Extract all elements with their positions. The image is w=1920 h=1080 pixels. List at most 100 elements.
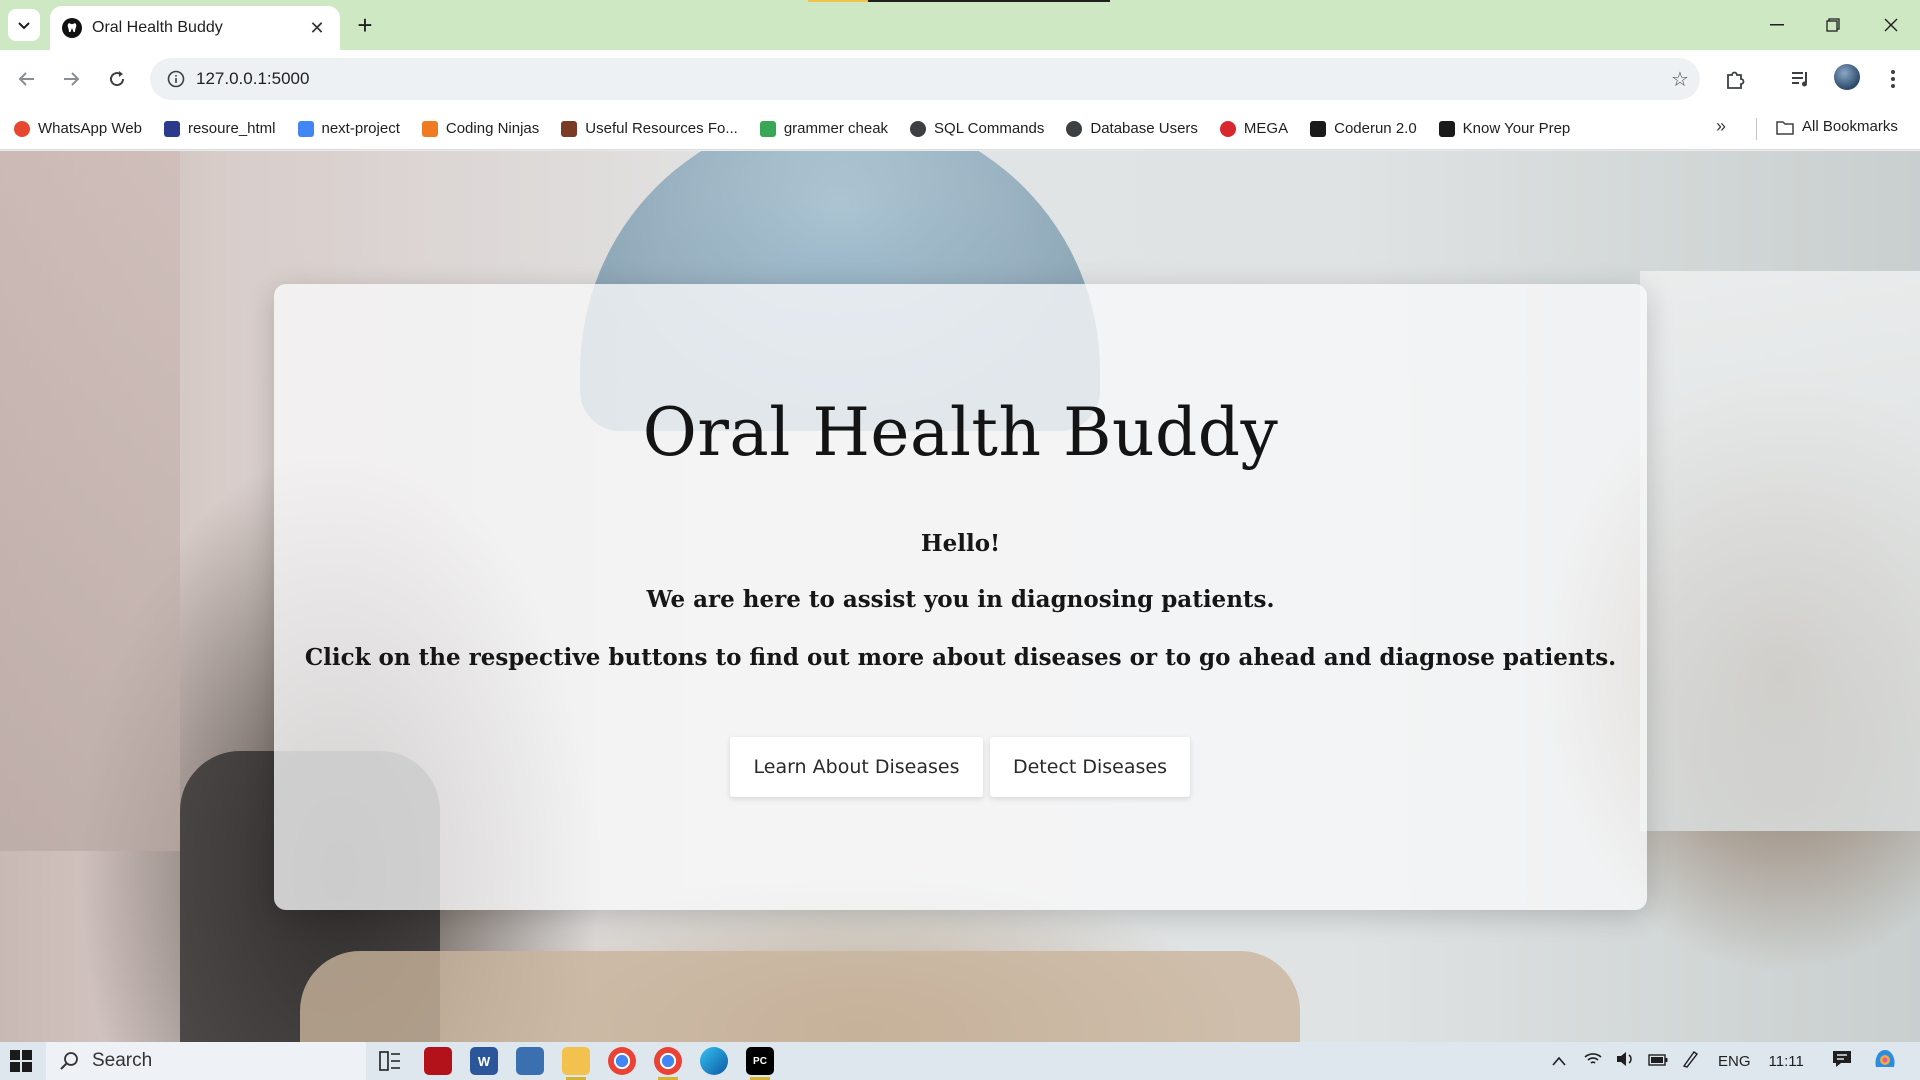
all-bookmarks-button[interactable]: All Bookmarks — [1776, 118, 1898, 135]
word-icon[interactable]: W — [470, 1047, 498, 1075]
bookmark-item[interactable]: Know Your Prep — [1438, 120, 1571, 137]
back-button[interactable] — [10, 62, 44, 96]
search-icon — [60, 1052, 78, 1070]
taskbar: Search W PC ENG 11:11 — [0, 1042, 1920, 1080]
taskbar-search-label: Search — [92, 1050, 153, 1071]
learn-about-diseases-button[interactable]: Learn About Diseases — [730, 737, 983, 797]
bookmark-label: Know Your Prep — [1462, 120, 1571, 137]
tab-loading-indicator — [808, 0, 868, 2]
windows-start-icon[interactable] — [10, 1050, 32, 1072]
puzzle-icon — [1727, 71, 1745, 89]
bookmark-item[interactable]: MEGA — [1219, 120, 1289, 137]
bookmark-label: next-project — [321, 120, 400, 137]
extensions-button[interactable] — [1718, 62, 1752, 96]
chrome-icon[interactable] — [608, 1047, 636, 1075]
close-tab-icon[interactable]: ✕ — [306, 17, 328, 39]
background-photo-cabinet — [1640, 271, 1920, 831]
bookmark-item[interactable]: Coderun 2.0 — [1310, 120, 1417, 137]
bookmark-item[interactable]: grammer cheak — [759, 120, 888, 137]
globe-icon — [1066, 120, 1083, 137]
arrow-right-icon — [64, 72, 80, 86]
restore-icon — [1826, 18, 1840, 32]
reload-icon — [110, 71, 125, 87]
forward-button[interactable] — [54, 62, 88, 96]
bookmark-item[interactable]: Useful Resources Fo... — [561, 120, 738, 137]
volume-icon[interactable] — [1616, 1051, 1634, 1071]
more-bookmarks-icon[interactable]: » — [1716, 116, 1726, 137]
minimize-icon — [1770, 24, 1784, 26]
clock-time[interactable]: 11:11 — [1769, 1053, 1804, 1070]
greeting-text: Hello! — [920, 530, 1001, 557]
folder-icon — [1776, 120, 1794, 135]
browser-tab[interactable]: Oral Health Buddy ✕ — [50, 6, 340, 50]
coderun-icon — [1438, 120, 1455, 137]
task-view-icon[interactable] — [376, 1047, 404, 1075]
page-title: Oral Health Buddy — [642, 394, 1279, 471]
coderun-icon — [1310, 120, 1327, 137]
arrow-left-icon — [18, 72, 34, 86]
notification-icon[interactable] — [1832, 1050, 1852, 1072]
minimize-button[interactable] — [1757, 8, 1797, 42]
tooth-icon — [62, 18, 82, 38]
bookmark-item[interactable]: Database Users — [1066, 120, 1198, 137]
pycharm-icon[interactable]: PC — [746, 1047, 774, 1080]
profile-avatar[interactable] — [1834, 64, 1860, 90]
robot-icon — [759, 120, 776, 137]
book-icon — [163, 120, 180, 137]
tab-search-button[interactable] — [8, 9, 40, 41]
bookmark-label: MEGA — [1243, 120, 1289, 137]
bookmark-label: resoure_html — [187, 120, 276, 137]
tab-loading-track — [868, 0, 1110, 2]
battery-icon[interactable] — [1648, 1053, 1668, 1070]
wifi-icon[interactable] — [1584, 1051, 1602, 1071]
chevron-up-icon[interactable] — [1552, 1053, 1566, 1070]
page-background: Oral Health Buddy Hello! We are here to … — [0, 151, 1920, 1042]
file-explorer-icon[interactable] — [562, 1047, 590, 1080]
bookmark-item[interactable]: Coding Ninjas — [421, 120, 540, 137]
edge-icon[interactable] — [700, 1047, 728, 1075]
tab-title: Oral Health Buddy — [92, 19, 223, 36]
mega-icon — [1219, 120, 1236, 137]
bookmark-item[interactable]: SQL Commands — [910, 120, 1044, 137]
reload-button[interactable] — [100, 62, 134, 96]
system-tray: ENG 11:11 — [1552, 1042, 1898, 1080]
bookmarks-separator — [1756, 118, 1757, 140]
close-window-button[interactable] — [1871, 8, 1911, 42]
bookmark-item[interactable]: WhatsApp Web — [14, 120, 142, 137]
menu-button[interactable] — [1876, 62, 1910, 96]
instruction-text: Click on the respective buttons to find … — [304, 644, 1617, 671]
bookmark-label: Coding Ninjas — [445, 120, 540, 137]
app-red-icon[interactable] — [424, 1047, 452, 1075]
taskbar-search-box[interactable]: Search — [46, 1042, 366, 1080]
new-tab-button[interactable]: + — [350, 10, 380, 40]
bookmark-item[interactable]: next-project — [297, 120, 400, 137]
bookmark-star-icon[interactable]: ☆ — [1660, 67, 1700, 92]
more-vertical-icon — [1891, 70, 1895, 88]
pen-icon[interactable] — [1682, 1050, 1700, 1072]
copilot-icon[interactable] — [1872, 1047, 1898, 1075]
bookmark-label: Database Users — [1090, 120, 1198, 137]
bookmark-label: WhatsApp Web — [38, 120, 142, 137]
welcome-card: Oral Health Buddy Hello! We are here to … — [274, 284, 1647, 910]
bookmark-label: Useful Resources Fo... — [585, 120, 738, 137]
media-controls-button[interactable] — [1784, 62, 1818, 96]
detect-diseases-button[interactable]: Detect Diseases — [990, 737, 1190, 797]
tab-strip: Oral Health Buddy ✕ + — [0, 0, 1920, 50]
globe-icon — [910, 120, 927, 137]
coding-ninjas-icon — [421, 120, 438, 137]
background-photo-patient — [300, 951, 1300, 1042]
bookmark-item[interactable]: resoure_html — [163, 120, 276, 137]
whatsapp-icon — [14, 120, 30, 137]
chrome-profile-icon[interactable] — [654, 1047, 682, 1080]
address-bar[interactable]: 127.0.0.1:5000 ☆ — [150, 58, 1700, 100]
language-indicator[interactable]: ENG — [1718, 1053, 1751, 1070]
site-info-icon[interactable] — [156, 70, 196, 88]
playlist-icon — [1792, 72, 1807, 87]
all-bookmarks-label: All Bookmarks — [1802, 118, 1898, 135]
assist-text: We are here to assist you in diagnosing … — [646, 586, 1275, 613]
url-text[interactable]: 127.0.0.1:5000 — [196, 69, 1660, 89]
chevron-down-icon — [18, 22, 30, 30]
restore-button[interactable] — [1813, 8, 1853, 42]
remote-desktop-icon[interactable] — [516, 1047, 544, 1075]
bookmarks-bar: WhatsApp Web resoure_html next-project Codi… — [0, 108, 1920, 150]
